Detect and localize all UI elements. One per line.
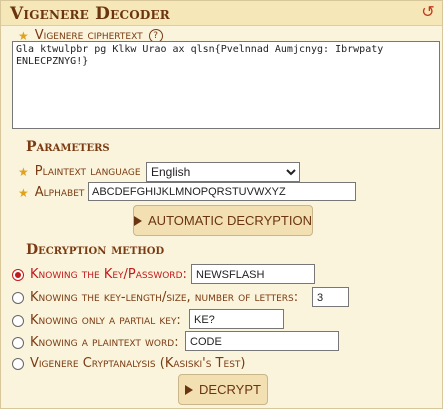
- radio-key[interactable]: [12, 268, 24, 281]
- automatic-decryption-button[interactable]: AUTOMATIC DECRYPTION: [133, 205, 313, 236]
- method-option-key-length[interactable]: Knowing the key-length/size, number of l…: [12, 290, 298, 305]
- alphabet-label-row: ★ Alphabet: [18, 185, 84, 200]
- method-option-partial-key[interactable]: Knowing only a partial key:: [12, 313, 181, 328]
- key-input[interactable]: NEWSFLASH: [191, 264, 315, 284]
- star-icon: ★: [18, 185, 29, 200]
- method-option-label: Knowing the key-length/size, number of l…: [30, 290, 299, 305]
- alphabet-input[interactable]: [88, 182, 356, 201]
- method-option-label: Knowing only a partial key:: [30, 313, 181, 328]
- ciphertext-textarea[interactable]: Gla ktwulpbr pg Klkw Urao ax qlsn{Pvelnn…: [12, 41, 440, 129]
- radio-kasiski[interactable]: [12, 357, 24, 370]
- partial-key-input[interactable]: KE?: [189, 309, 284, 329]
- method-option-key[interactable]: Knowing the Key/Password:: [12, 267, 187, 282]
- radio-key-length[interactable]: [12, 291, 24, 304]
- radio-partial-key[interactable]: [12, 314, 24, 327]
- decrypt-label: DECRYPT: [199, 382, 261, 397]
- vigenere-decoder-panel: Vigenere Decoder ↺ ★ Vigenere ciphertext…: [0, 0, 443, 409]
- plaintext-language-label: Plaintext language: [34, 164, 141, 179]
- automatic-decryption-label: AUTOMATIC DECRYPTION: [148, 213, 312, 228]
- panel-header: Vigenere Decoder ↺: [1, 1, 442, 26]
- play-icon: [185, 384, 194, 395]
- decrypt-button[interactable]: DECRYPT: [178, 374, 268, 405]
- parameters-title: Parameters: [26, 139, 110, 155]
- language-label-row: ★ Plaintext language: [18, 164, 141, 179]
- radio-plaintext-word[interactable]: [12, 336, 24, 349]
- method-option-plaintext-word[interactable]: Knowing a plaintext word:: [12, 335, 179, 350]
- plaintext-word-input[interactable]: CODE: [185, 331, 339, 351]
- decryption-method-title: Decryption method: [26, 242, 165, 258]
- panel-title: Vigenere Decoder: [10, 4, 170, 24]
- method-option-label: Knowing the Key/Password:: [30, 267, 187, 282]
- refresh-icon[interactable]: ↺: [420, 4, 436, 20]
- method-option-label: Knowing a plaintext word:: [30, 335, 179, 350]
- alphabet-label: Alphabet: [34, 185, 85, 200]
- method-option-label: Vigenere Cryptanalysis (Kasiski's Test): [30, 356, 246, 371]
- method-option-kasiski[interactable]: Vigenere Cryptanalysis (Kasiski's Test): [12, 356, 245, 371]
- plaintext-language-select[interactable]: English: [146, 162, 300, 182]
- star-icon: ★: [18, 164, 29, 179]
- key-length-input[interactable]: 3: [312, 287, 349, 307]
- play-icon: [134, 215, 143, 226]
